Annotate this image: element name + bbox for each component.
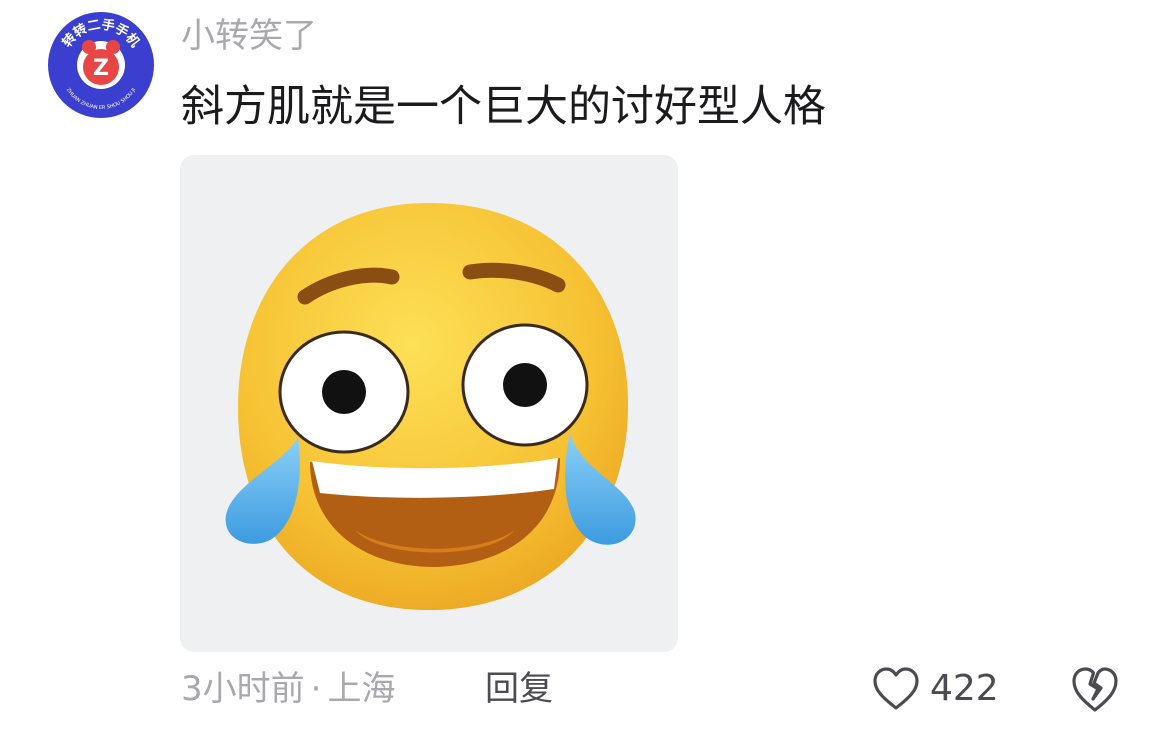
username[interactable]: 小转笑了: [181, 14, 317, 58]
zhuanzhuan-logo-icon: Z 转转二手手机 ZHUAN ZHUAN ER SHOU SHOU JI: [48, 12, 154, 118]
reply-button[interactable]: 回复: [485, 665, 553, 713]
comment-location: 上海: [327, 669, 396, 709]
badge-letter: Z: [93, 56, 109, 81]
avatar[interactable]: Z 转转二手手机 ZHUAN ZHUAN ER SHOU SHOU JI: [47, 11, 155, 119]
dislike-button[interactable]: [1071, 664, 1119, 714]
like-count: 422: [930, 668, 999, 709]
meta-separator: ·: [310, 669, 322, 709]
comment-item: Z 转转二手手机 ZHUAN ZHUAN ER SHOU SHOU JI 小转笑…: [0, 0, 1169, 751]
comment-text: 斜方肌就是一个巨大的讨好型人格: [181, 82, 826, 132]
laughing-crying-emoji-icon: [225, 203, 636, 610]
like-button[interactable]: 422: [872, 662, 999, 716]
comment-time: 3小时前: [181, 669, 305, 709]
heart-outline-icon: [873, 667, 919, 710]
comment-meta: 3小时前 · 上海: [181, 665, 395, 713]
broken-heart-icon: [1072, 667, 1118, 712]
sticker-image[interactable]: [180, 155, 678, 652]
